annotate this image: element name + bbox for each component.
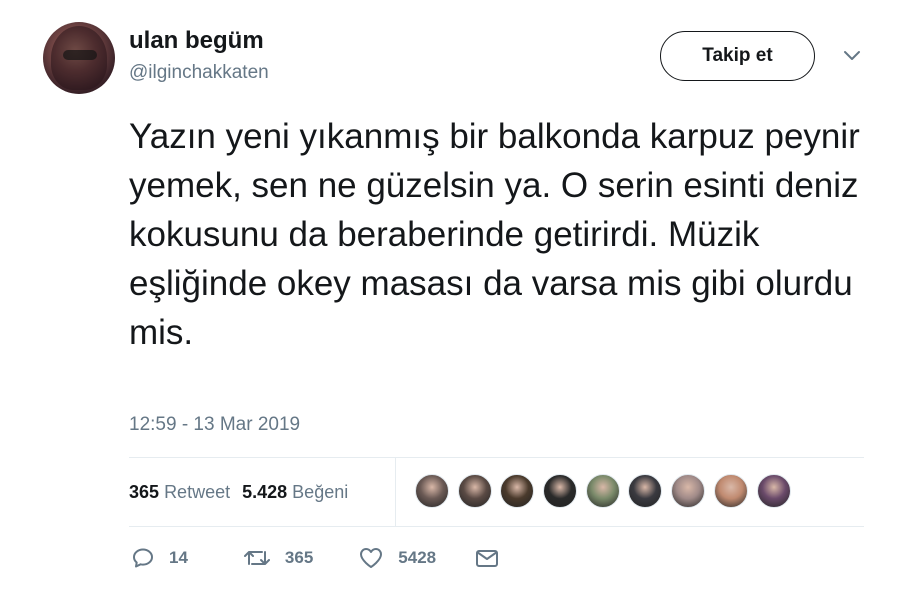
- liker-avatar[interactable]: [671, 474, 706, 508]
- like-stat-count: 5.428: [242, 482, 288, 502]
- retweet-stat[interactable]: 365 Retweet: [129, 482, 230, 502]
- liker-avatar[interactable]: [457, 474, 492, 508]
- retweet-button[interactable]: 365: [243, 546, 313, 570]
- tweet-text: Yazın yeni yıkanmış bir balkonda karpuz …: [129, 117, 860, 352]
- follow-button[interactable]: Takip et: [660, 31, 815, 81]
- liker-avatar[interactable]: [628, 474, 663, 508]
- tweet-stats: 365 Retweet 5.428 Beğeni: [129, 482, 348, 503]
- avatar[interactable]: [43, 22, 115, 94]
- like-stat[interactable]: 5.428 Beğeni: [242, 482, 348, 502]
- like-count: 5428: [398, 548, 437, 567]
- liker-avatar[interactable]: [713, 474, 748, 508]
- like-button[interactable]: 5428: [358, 546, 436, 570]
- display-name[interactable]: ulan begüm: [129, 27, 264, 55]
- liker-avatar[interactable]: [585, 474, 620, 508]
- liker-avatar[interactable]: [756, 474, 791, 508]
- retweet-icon: [243, 551, 270, 565]
- liker-avatars: [415, 474, 799, 508]
- like-stat-label: Beğeni: [292, 482, 349, 502]
- tweet-timestamp[interactable]: 12:59 - 13 Mar 2019: [129, 414, 300, 436]
- direct-message-button[interactable]: [474, 546, 500, 570]
- avatar-glasses: [63, 50, 97, 60]
- user-handle[interactable]: @ilginchakkaten: [129, 62, 269, 84]
- retweet-count: 365: [284, 548, 314, 567]
- reply-button[interactable]: 14: [131, 546, 188, 570]
- heart-icon: [360, 548, 383, 568]
- reply-count: 14: [169, 548, 188, 567]
- divider-top: [129, 457, 864, 458]
- retweet-stat-label: Retweet: [164, 482, 231, 502]
- liker-avatar[interactable]: [543, 474, 578, 508]
- divider-bottom: [129, 526, 864, 527]
- chevron-down-icon[interactable]: [843, 50, 861, 62]
- message-icon: [476, 550, 499, 567]
- divider-vertical: [395, 458, 396, 526]
- retweet-stat-count: 365: [129, 482, 160, 502]
- tweet-actions: 14 365 5428: [131, 546, 500, 570]
- reply-icon: [133, 548, 153, 568]
- liker-avatar[interactable]: [500, 474, 535, 508]
- liker-avatar[interactable]: [415, 474, 449, 508]
